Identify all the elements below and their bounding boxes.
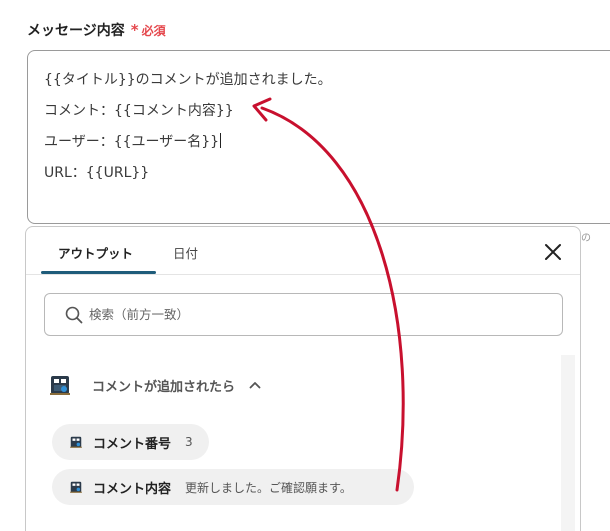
- scrollbar-track[interactable]: [561, 355, 575, 531]
- message-line-3: ユーザー：{{ユーザー名}}: [44, 127, 610, 158]
- output-item-value: 更新しました。ご確認願ます。: [185, 480, 352, 495]
- message-field-label: メッセージ内容 * 必須: [27, 20, 166, 40]
- required-text: 必須: [141, 24, 166, 38]
- output-item-comment-number[interactable]: コメント番号 3: [52, 424, 209, 460]
- search-box[interactable]: [44, 293, 563, 336]
- text-caret: [220, 133, 222, 148]
- side-hint-text: の: [581, 233, 591, 244]
- panel-tabs: アウトプット 日付: [26, 227, 580, 275]
- app-logo-icon: [50, 376, 70, 395]
- search-input[interactable]: [89, 307, 509, 322]
- tab-output[interactable]: アウトプット: [58, 243, 133, 262]
- message-textarea[interactable]: {{タイトル}}のコメントが追加されました。 コメント：{{コメント内容}} ユ…: [27, 50, 610, 224]
- message-line-4: URL：{{URL}}: [44, 165, 150, 181]
- output-item-value: 3: [185, 435, 193, 449]
- message-line-2: コメント：{{コメント内容}}: [44, 103, 234, 119]
- close-button[interactable]: [543, 242, 563, 262]
- active-tab-indicator: [41, 271, 156, 274]
- close-icon: [545, 244, 561, 260]
- output-item-label: コメント内容: [93, 481, 172, 497]
- field-label-text: メッセージ内容: [27, 23, 125, 39]
- app-logo-icon: [70, 481, 82, 493]
- tab-date[interactable]: 日付: [173, 243, 198, 262]
- search-icon: [65, 306, 83, 323]
- group-title: コメントが追加されたら: [92, 379, 236, 395]
- group-header-comment-added[interactable]: コメントが追加されたら: [48, 373, 261, 397]
- message-line-3-text: ユーザー：{{ユーザー名}}: [44, 134, 220, 150]
- chevron-up-icon[interactable]: [249, 381, 261, 389]
- required-asterisk: *: [130, 21, 139, 39]
- output-item-label: コメント番号: [93, 436, 172, 452]
- app-logo-icon: [70, 436, 82, 448]
- output-item-comment-content[interactable]: コメント内容 更新しました。ご確認願ます。: [52, 469, 414, 505]
- output-picker-panel: アウトプット 日付 コメントが追加されたら: [25, 226, 581, 531]
- message-line-1: {{タイトル}}のコメントが追加されました。: [44, 72, 332, 88]
